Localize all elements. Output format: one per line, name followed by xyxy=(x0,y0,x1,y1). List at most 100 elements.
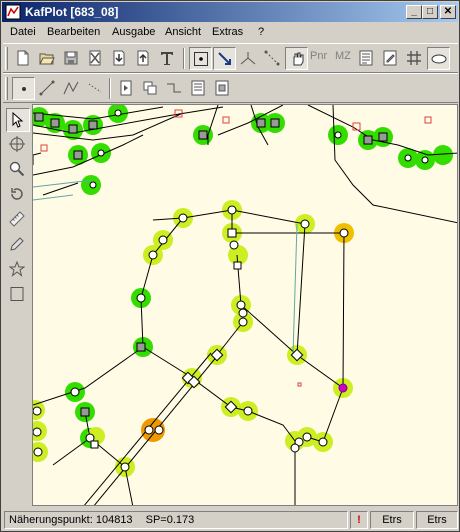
status-etrs-1: Etrs xyxy=(370,511,414,529)
crosshair-button[interactable] xyxy=(6,133,30,157)
menu-bearbeiten[interactable]: Bearbeiten xyxy=(47,26,100,38)
status-alert: ! xyxy=(350,511,368,529)
title-bar[interactable]: KafPlot [683_08] _ □ ✕ xyxy=(2,2,458,22)
map-drawing[interactable] xyxy=(33,105,458,506)
crosshair-icon xyxy=(9,136,25,152)
app-icon xyxy=(5,4,21,20)
status-point-value: 104813 xyxy=(95,514,133,526)
save-button[interactable] xyxy=(60,47,83,70)
import-button[interactable] xyxy=(108,47,131,70)
new-icon xyxy=(17,50,29,66)
rectangle-button[interactable] xyxy=(6,283,30,307)
angle-button[interactable] xyxy=(237,47,260,70)
toolbar-grip[interactable] xyxy=(5,77,8,100)
hand-button[interactable] xyxy=(285,47,308,70)
mz-button[interactable]: MZ xyxy=(335,50,351,62)
pencil-button[interactable] xyxy=(6,233,30,257)
pointer-button[interactable] xyxy=(6,108,30,132)
menu-ansicht[interactable]: Ansicht xyxy=(165,26,201,38)
report-icon xyxy=(215,80,229,96)
edit-button[interactable] xyxy=(379,47,402,70)
text-icon xyxy=(161,52,173,65)
menu-help[interactable]: ? xyxy=(258,26,264,38)
import-icon xyxy=(113,50,125,66)
save-icon xyxy=(64,51,78,65)
document-icon xyxy=(191,80,205,96)
line-button[interactable] xyxy=(36,77,59,100)
hand-icon xyxy=(293,52,304,66)
text-button[interactable] xyxy=(156,47,179,70)
dotted-icon xyxy=(88,83,102,93)
select-point-icon xyxy=(194,52,208,66)
arrow-button[interactable] xyxy=(213,47,236,70)
close-button[interactable]: ✕ xyxy=(440,5,456,19)
copy-shape-button[interactable] xyxy=(139,77,162,100)
copy-shape-icon xyxy=(143,81,157,95)
open-icon xyxy=(39,53,55,65)
dotted-button[interactable] xyxy=(84,77,107,100)
grid-icon xyxy=(407,51,421,65)
delete-icon xyxy=(89,50,101,66)
rotate-icon xyxy=(11,188,23,200)
toolbar-separator xyxy=(183,48,185,69)
step-line-button[interactable] xyxy=(163,77,186,100)
menu-datei[interactable]: Datei xyxy=(10,26,36,38)
angle-icon xyxy=(240,52,256,65)
rectangle-icon xyxy=(10,287,24,301)
rotate-button[interactable] xyxy=(6,183,30,207)
polyline-icon xyxy=(63,81,79,95)
ruler-icon xyxy=(9,211,25,227)
application-window: KafPlot [683_08] _ □ ✕ Datei Bearbeiten … xyxy=(0,0,460,532)
toolbar-separator xyxy=(109,78,111,99)
list-button[interactable] xyxy=(355,47,378,70)
maximize-button[interactable]: □ xyxy=(422,5,438,19)
main-toolbar: Pnr MZ xyxy=(3,43,458,73)
step-line-icon xyxy=(167,83,181,93)
pnr-button[interactable]: Pnr xyxy=(310,50,327,62)
status-point-label: Näherungspunkt: xyxy=(9,514,93,526)
report-button[interactable] xyxy=(211,77,234,100)
ellipse-icon xyxy=(431,54,447,64)
status-bar: Näherungspunkt: 104813 SP=0.173 ! Etrs E… xyxy=(2,509,460,531)
export-icon xyxy=(137,50,149,66)
map-canvas[interactable] xyxy=(32,104,458,506)
dash-line-button[interactable] xyxy=(261,47,284,70)
line-icon xyxy=(39,80,55,96)
dash-line-icon xyxy=(264,50,280,66)
edit-icon xyxy=(383,50,397,66)
export-button[interactable] xyxy=(132,47,155,70)
open-button[interactable] xyxy=(36,47,59,70)
toolbar-grip[interactable] xyxy=(5,47,8,70)
list-icon xyxy=(359,50,373,66)
zoom-icon xyxy=(9,161,25,177)
menu-extras[interactable]: Extras xyxy=(212,26,243,38)
arrow-icon xyxy=(218,52,231,65)
insert-icon xyxy=(120,80,132,96)
point-halos xyxy=(33,105,453,477)
menu-bar: Datei Bearbeiten Ausgabe Ansicht Extras … xyxy=(2,23,458,42)
zoom-button[interactable] xyxy=(6,158,30,182)
new-button[interactable] xyxy=(12,47,35,70)
menu-ausgabe[interactable]: Ausgabe xyxy=(112,26,155,38)
star-button[interactable] xyxy=(6,258,30,282)
ellipse-button[interactable] xyxy=(427,47,450,70)
status-main: Näherungspunkt: 104813 SP=0.173 xyxy=(4,511,348,529)
point-button[interactable] xyxy=(12,77,35,100)
polyline-button[interactable] xyxy=(60,77,83,100)
grid-button[interactable] xyxy=(403,47,426,70)
window-title: KafPlot [683_08] xyxy=(25,5,119,19)
document-button[interactable] xyxy=(187,77,210,100)
drawing-toolbar xyxy=(3,73,458,103)
status-sp: SP=0.173 xyxy=(145,514,195,526)
point-icon xyxy=(22,87,26,91)
status-etrs-2: Etrs xyxy=(416,511,458,529)
cyan-lines xyxy=(33,179,298,356)
star-icon xyxy=(9,261,25,277)
delete-button[interactable] xyxy=(84,47,107,70)
select-point-button[interactable] xyxy=(189,47,212,70)
insert-button[interactable] xyxy=(115,77,138,100)
pointer-icon xyxy=(12,112,24,128)
ruler-button[interactable] xyxy=(6,208,30,232)
minimize-button[interactable]: _ xyxy=(406,5,422,19)
side-toolbar xyxy=(3,104,31,506)
